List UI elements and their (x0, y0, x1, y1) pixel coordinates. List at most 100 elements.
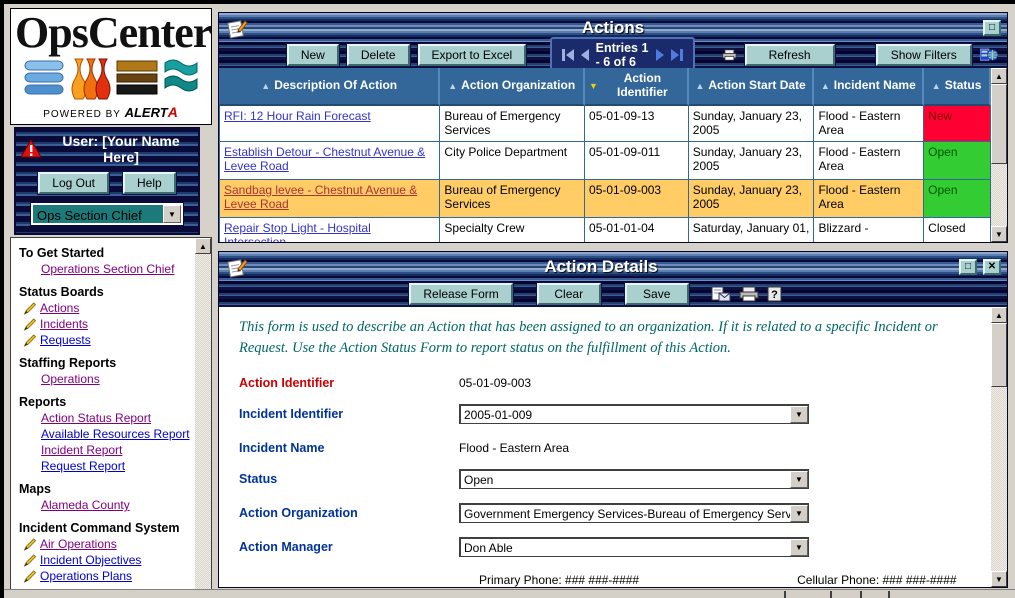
sort-asc-icon[interactable]: ▲ (261, 81, 270, 91)
clear-button[interactable]: Clear (537, 283, 601, 305)
scroll-up-icon[interactable]: ▲ (195, 238, 211, 254)
table-row[interactable]: Establish Detour - Chestnut Avenue & Lev… (219, 142, 991, 180)
actions-panel-title: Actions (249, 18, 977, 38)
new-button[interactable]: New (287, 44, 339, 66)
maximize-icon[interactable]: □ (959, 259, 977, 275)
scrollbar-thumb[interactable] (991, 323, 1007, 387)
sort-asc-icon[interactable]: ▲ (448, 81, 457, 91)
sidebar-scrollbar[interactable]: ▲ ▼ (195, 238, 211, 598)
details-toolbar: Release Form Clear Save ? (219, 281, 1007, 307)
actions-toolbar: New Delete Export to Excel Entries 1 - 6… (219, 42, 1007, 68)
last-page-icon[interactable] (671, 49, 683, 61)
scroll-down-icon[interactable]: ▼ (991, 571, 1007, 587)
status-select[interactable]: Open ▼ (459, 469, 809, 489)
cell-start-date: Saturday, January 01, (689, 218, 815, 242)
table-scrollbar[interactable]: ▲ ▼ (991, 68, 1007, 242)
col-action-identifier[interactable]: ▼Action Identifier (585, 68, 689, 106)
cell-start-date: Sunday, January 23, 2005 (689, 142, 815, 180)
col-action-start-date[interactable]: ▲Action Start Date (689, 68, 815, 106)
details-scrollbar[interactable]: ▲ ▼ (991, 307, 1007, 587)
status-badge: New (924, 106, 991, 142)
action-details-titlebar: Action Details □ ✕ (219, 252, 1007, 281)
refresh-button[interactable]: Refresh (745, 44, 835, 66)
sidebar-item-incidents[interactable]: Incidents (23, 317, 193, 331)
export-to-excel-button[interactable]: Export to Excel (418, 44, 527, 66)
pencil-icon (23, 334, 37, 347)
logout-button[interactable]: Log Out (38, 172, 109, 194)
action-manager-select[interactable]: Don Able ▼ (459, 537, 809, 557)
sidebar-item-incident-objectives[interactable]: Incident Objectives (23, 553, 193, 567)
select-arrow-icon[interactable]: ▼ (790, 471, 808, 488)
show-filters-button[interactable]: Show Filters (876, 44, 972, 66)
action-link[interactable]: Establish Detour - Chestnut Avenue & Lev… (224, 145, 425, 173)
sidebar-item-requests[interactable]: Requests (23, 333, 193, 347)
scrollbar-thumb[interactable] (991, 84, 1007, 164)
status-badge: Open (924, 142, 991, 180)
sidebar-item-incident-report[interactable]: Incident Report (41, 443, 193, 457)
incident-identifier-select[interactable]: 2005-01-009 ▼ (459, 404, 809, 424)
maximize-icon[interactable]: □ (983, 20, 1001, 36)
col-incident-name[interactable]: ▲Incident Name (814, 68, 924, 106)
role-select[interactable]: Ops Section Chief ▼ (31, 203, 183, 225)
action-organization-select[interactable]: Government Emergency Services-Bureau of … (459, 503, 809, 523)
previous-page-icon[interactable] (581, 49, 589, 61)
scroll-down-icon[interactable]: ▼ (991, 226, 1007, 242)
field-label: Incident Name (239, 438, 459, 455)
release-form-button[interactable]: Release Form (409, 283, 512, 305)
sidebar-item-action-status-report[interactable]: Action Status Report (41, 411, 193, 425)
select-arrow-icon[interactable]: ▼ (790, 505, 808, 522)
role-select-arrow-icon[interactable]: ▼ (163, 205, 181, 223)
table-row-selected[interactable]: Sandbag levee - Chestnut Avenue & Levee … (219, 180, 991, 218)
cell-identifier: 05-01-09-13 (585, 106, 689, 142)
alert-warning-icon (20, 139, 42, 159)
sidebar-item-actions[interactable]: Actions (23, 301, 193, 315)
user-panel: User: [Your Name Here] Log Out Help Ops … (14, 127, 200, 235)
pencil-icon (23, 302, 37, 315)
sort-desc-icon[interactable]: ▼ (589, 81, 598, 91)
help-button[interactable]: Help (123, 172, 176, 194)
incident-name-value: Flood - Eastern Area (459, 438, 569, 455)
first-page-icon[interactable] (562, 49, 574, 61)
field-incident-name: Incident Name Flood - Eastern Area (239, 438, 977, 455)
phone-line: Primary Phone: ### ###-#### Cellular Pho… (239, 573, 977, 587)
sort-asc-icon[interactable]: ▲ (821, 81, 830, 91)
col-description-of-action[interactable]: ▲Description Of Action (219, 68, 440, 106)
scroll-up-icon[interactable]: ▲ (991, 68, 1007, 84)
next-page-icon[interactable] (656, 49, 664, 61)
sort-asc-icon[interactable]: ▲ (695, 81, 704, 91)
mail-form-icon[interactable] (711, 286, 731, 302)
action-link[interactable]: Sandbag levee - Chestnut Avenue & Levee … (224, 183, 417, 211)
col-status[interactable]: ▲Status (924, 68, 991, 106)
pencil-icon (23, 570, 37, 583)
save-button[interactable]: Save (625, 283, 689, 305)
help-icon[interactable]: ? (767, 286, 782, 302)
opscenter-logo: OpsCenter POWERED BY ALERTA (10, 8, 212, 125)
entries-label: Entries 1 - 6 of 6 (596, 41, 650, 69)
status-badge: Closed (924, 218, 991, 242)
cell-incident-name: Flood - Eastern Area (814, 106, 924, 142)
action-link[interactable]: RFI: 12 Hour Rain Forecast (224, 109, 371, 123)
select-arrow-icon[interactable]: ▼ (790, 539, 808, 556)
table-row[interactable]: RFI: 12 Hour Rain Forecast Bureau of Eme… (219, 106, 991, 142)
window-globe-icon[interactable] (980, 46, 999, 64)
actions-panel: Actions □ New Delete Export to Excel Ent… (218, 12, 1008, 243)
sidebar-item-operations-plans[interactable]: Operations Plans (23, 569, 193, 583)
delete-button[interactable]: Delete (347, 44, 410, 66)
sidebar-item-operations[interactable]: Operations (41, 372, 193, 386)
sidebar-item-air-operations[interactable]: Air Operations (23, 537, 193, 551)
sidebar-item-alameda-county[interactable]: Alameda County (41, 498, 193, 512)
table-row[interactable]: Repair Stop Light - Hospital Intersectio… (219, 218, 991, 242)
scroll-up-icon[interactable]: ▲ (991, 307, 1007, 323)
col-action-organization[interactable]: ▲Action Organization (440, 68, 585, 106)
table-header-row: ▲Description Of Action ▲Action Organizat… (219, 68, 991, 106)
sidebar-item-available-resources-report[interactable]: Available Resources Report (41, 427, 193, 441)
print-icon[interactable] (739, 286, 759, 302)
pencil-icon (23, 538, 37, 551)
sort-asc-icon[interactable]: ▲ (932, 81, 941, 91)
close-icon[interactable]: ✕ (983, 259, 1001, 275)
sidebar-item-request-report[interactable]: Request Report (41, 459, 193, 473)
sidebar-item-operations-section-chief[interactable]: Operations Section Chief (41, 262, 193, 276)
select-arrow-icon[interactable]: ▼ (790, 406, 808, 423)
action-link[interactable]: Repair Stop Light - Hospital Intersectio… (224, 221, 371, 242)
print-icon[interactable] (722, 47, 737, 63)
